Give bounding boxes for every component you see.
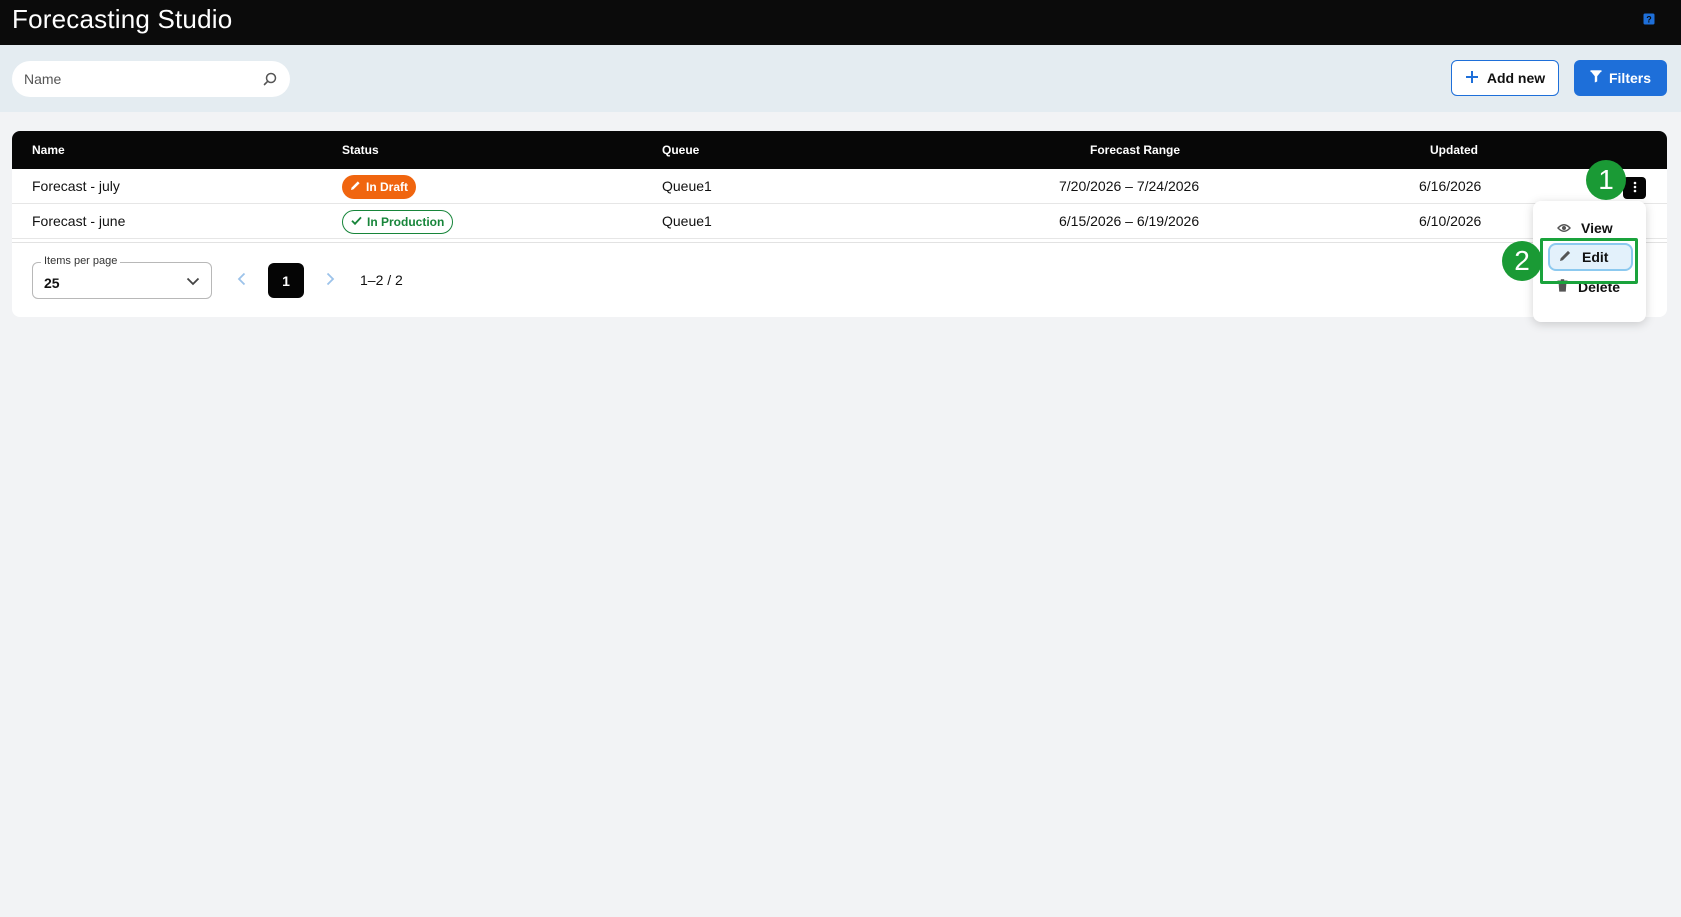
help-icon[interactable]: ? (1642, 12, 1656, 26)
column-header-forecast-range[interactable]: Forecast Range (1090, 143, 1180, 157)
row-name: Forecast - june (32, 213, 126, 229)
check-icon (351, 215, 362, 229)
add-new-button[interactable]: Add new (1451, 60, 1559, 96)
chevron-down-icon (185, 273, 201, 289)
svg-text:?: ? (1646, 15, 1652, 25)
chevron-left-icon[interactable] (234, 271, 250, 287)
row-forecast-range: 7/20/2026 – 7/24/2026 (1059, 178, 1200, 194)
column-header-updated[interactable]: Updated (1430, 143, 1478, 157)
status-badge-label: In Production (367, 215, 445, 229)
row-queue: Queue1 (662, 178, 712, 194)
menu-item-label: Edit (1582, 249, 1609, 265)
step-marker-1: 1 (1586, 160, 1626, 200)
page-range-text: 1–2 / 2 (360, 272, 403, 288)
toolbar: Add new Filters (0, 45, 1681, 112)
table-header: Name Status Queue Forecast Range Updated (12, 131, 1667, 169)
items-per-page-value: 25 (44, 275, 60, 291)
row-actions-button[interactable] (1623, 177, 1646, 199)
row-updated: 6/10/2026 (1419, 213, 1482, 229)
menu-item-label: Delete (1578, 279, 1621, 295)
status-badge-label: In Draft (366, 180, 408, 194)
add-new-label: Add new (1486, 70, 1546, 86)
row-queue: Queue1 (662, 213, 712, 229)
table-row[interactable]: Forecast - june In Production Queue1 6/1… (12, 204, 1667, 239)
row-updated: 6/16/2026 (1419, 178, 1482, 194)
plus-icon (1465, 70, 1479, 87)
app-title: Forecasting Studio (12, 4, 233, 34)
search-input[interactable] (24, 64, 262, 94)
filters-button[interactable]: Filters (1574, 60, 1667, 96)
menu-item-delete[interactable]: Delete (1548, 273, 1633, 301)
filter-icon (1590, 70, 1602, 86)
row-forecast-range: 6/15/2026 – 6/19/2026 (1059, 213, 1200, 229)
eye-icon (1557, 220, 1571, 236)
menu-item-label: View (1581, 220, 1613, 236)
step-marker-2: 2 (1502, 241, 1542, 281)
kebab-icon (1633, 180, 1637, 196)
filters-label: Filters (1608, 70, 1651, 86)
items-per-page-label: Items per page (41, 255, 121, 267)
trash-icon (1557, 279, 1568, 295)
column-header-name[interactable]: Name (32, 143, 65, 157)
column-header-queue[interactable]: Queue (662, 143, 699, 157)
row-name: Forecast - july (32, 178, 120, 194)
menu-item-view[interactable]: View (1548, 214, 1633, 242)
app-header: Forecasting Studio ? (0, 0, 1681, 45)
status-badge: In Draft (342, 175, 416, 199)
column-header-status[interactable]: Status (342, 143, 379, 157)
pagination-bar: Items per page 25 1 1–2 / 2 (12, 242, 1667, 317)
table-row[interactable]: Forecast - july In Draft Queue1 7/20/202… (12, 169, 1667, 204)
row-actions-menu: View Edit Delete (1533, 201, 1646, 322)
menu-item-edit[interactable]: Edit (1548, 243, 1633, 271)
items-per-page-select[interactable]: Items per page 25 (32, 255, 212, 299)
pencil-icon (350, 180, 361, 194)
chevron-right-icon[interactable] (322, 271, 338, 287)
forecast-table-card: Name Status Queue Forecast Range Updated… (12, 131, 1667, 317)
search-icon[interactable] (262, 71, 278, 87)
page-button-current[interactable]: 1 (268, 263, 304, 298)
pencil-icon (1559, 249, 1572, 265)
status-badge: In Production (342, 210, 454, 234)
search-box[interactable] (12, 61, 290, 97)
